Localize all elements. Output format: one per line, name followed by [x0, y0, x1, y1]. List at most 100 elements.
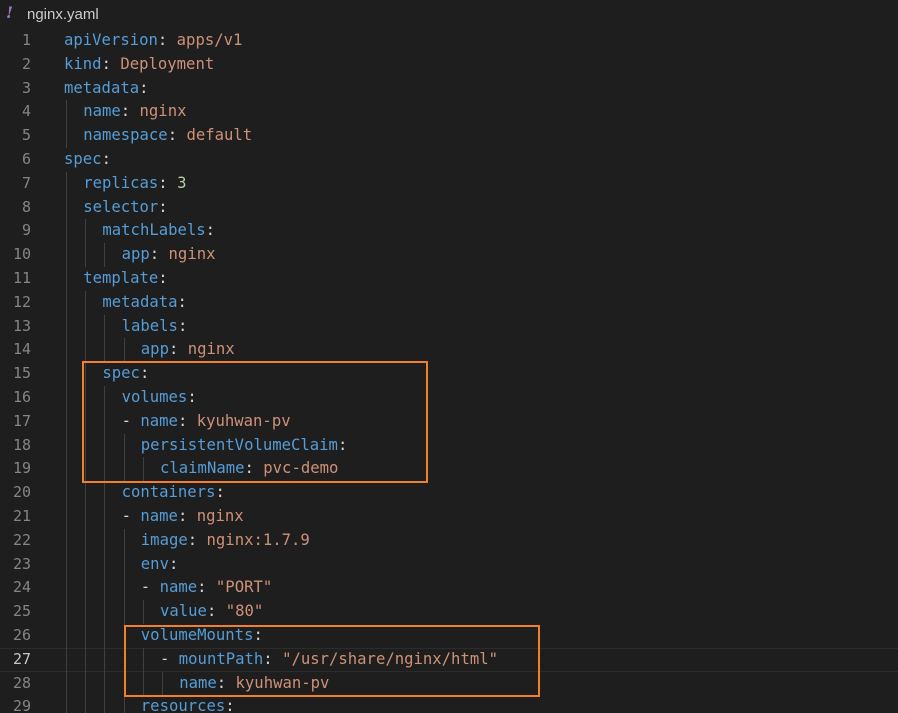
- line-text: - name: "PORT": [141, 576, 272, 600]
- code-line[interactable]: 3 metadata:: [0, 77, 898, 101]
- indent-guide: [123, 695, 125, 713]
- line-text: spec:: [64, 148, 111, 172]
- indent-guide: [123, 671, 125, 696]
- yaml-punctuation: :: [225, 697, 235, 713]
- line-number: 16: [12, 387, 31, 406]
- yaml-punctuation: :: [157, 31, 177, 49]
- code-line[interactable]: 25 value: "80": [0, 600, 898, 624]
- yaml-key: replicas: [83, 173, 159, 192]
- line-number: 13: [12, 316, 31, 335]
- yaml-string-value: nginx: [196, 506, 244, 525]
- yaml-punctuation: :: [149, 245, 169, 264]
- code-line[interactable]: 27 - mountPath: "/usr/share/nginx/html": [0, 647, 898, 672]
- code-line[interactable]: 22 image: nginx:1.7.9: [0, 528, 898, 553]
- yaml-key: namespace: [83, 126, 168, 145]
- line-text: env:: [141, 553, 179, 577]
- code-line[interactable]: 12 metadata:: [0, 290, 898, 315]
- code-line[interactable]: 7 replicas: 3: [0, 171, 898, 196]
- line-number: 24: [12, 578, 31, 597]
- yaml-key: kind: [64, 54, 102, 73]
- yaml-punctuation: :: [168, 554, 179, 573]
- yaml-key: volumeMounts: [140, 625, 254, 644]
- indent-guide: [104, 385, 106, 410]
- code-line[interactable]: 15 spec:: [0, 362, 898, 386]
- yaml-punctuation: -: [140, 578, 160, 597]
- code-line[interactable]: 4 name: nginx: [0, 100, 898, 125]
- code-line[interactable]: 14 app: nginx: [0, 338, 898, 363]
- indent-guide: [123, 552, 125, 577]
- code-line[interactable]: 23 env:: [0, 552, 898, 577]
- indent-guide: [104, 552, 106, 577]
- code-line[interactable]: 16 volumes:: [0, 385, 898, 410]
- line-number: 29: [12, 697, 31, 713]
- code-line[interactable]: 29 resources:: [0, 695, 898, 713]
- code-line[interactable]: 9 matchLabels:: [0, 219, 898, 244]
- code-line[interactable]: 11 template:: [0, 266, 898, 291]
- yaml-key: persistentVolumeClaim: [140, 435, 338, 454]
- indent-guide: [142, 457, 144, 482]
- yaml-punctuation: -: [121, 411, 141, 430]
- indent-guide: [123, 528, 125, 553]
- line-text: spec:: [102, 362, 149, 386]
- yaml-key: spec: [102, 364, 140, 383]
- yaml-key: claimName: [160, 459, 245, 478]
- line-text: value: "80": [160, 600, 263, 624]
- code-line[interactable]: 8 selector:: [0, 195, 898, 220]
- indent-guide: [85, 600, 87, 624]
- yaml-punctuation: :: [337, 435, 348, 454]
- indent-guide: [66, 504, 67, 529]
- yaml-key: template: [83, 268, 159, 287]
- indent-guide: [85, 385, 87, 410]
- indent-guide: [104, 504, 106, 529]
- line-number: 22: [12, 530, 31, 549]
- code-line[interactable]: 6 spec:: [0, 148, 898, 172]
- code-editor[interactable]: ! nginx.yaml 1 apiVersion: apps/v1 2 kind: …: [0, 0, 898, 713]
- line-text: image: nginx:1.7.9: [141, 529, 310, 553]
- yaml-string-value: kyuhwan-pv: [235, 673, 330, 692]
- code-line[interactable]: 19 claimName: pvc-demo: [0, 457, 898, 482]
- code-line[interactable]: 13 labels:: [0, 314, 898, 339]
- yaml-punctuation: :: [263, 649, 283, 668]
- code-line[interactable]: 26 volumeMounts:: [0, 623, 898, 648]
- line-text: matchLabels:: [102, 219, 215, 243]
- code-line[interactable]: 28 name: kyuhwan-pv: [0, 671, 898, 696]
- yaml-key: app: [121, 245, 150, 264]
- yaml-number-value: 3: [177, 173, 187, 192]
- code-line[interactable]: 18 persistentVolumeClaim:: [0, 433, 898, 458]
- line-number: 2: [21, 54, 31, 73]
- yaml-string-value: Deployment: [120, 54, 215, 73]
- line-number: 3: [21, 78, 31, 97]
- yaml-key: image: [140, 530, 188, 549]
- code-line[interactable]: 21 - name: nginx: [0, 504, 898, 529]
- yaml-key: value: [160, 602, 207, 621]
- indent-guide: [66, 528, 67, 553]
- yaml-string-value: "PORT": [215, 578, 273, 597]
- yaml-punctuation: :: [101, 149, 111, 168]
- code-area[interactable]: 1 apiVersion: apps/v1 2 kind: Deployment 3 me…: [0, 29, 898, 713]
- line-number: 5: [21, 126, 31, 145]
- indent-guide: [66, 219, 67, 244]
- code-line[interactable]: 10 app: nginx: [0, 243, 898, 267]
- yaml-punctuation: :: [216, 673, 236, 692]
- indent-guide: [85, 576, 87, 601]
- yaml-key: volumes: [121, 387, 188, 406]
- code-line[interactable]: 17 - name: kyuhwan-pv: [0, 409, 898, 434]
- yaml-key: name: [179, 673, 217, 692]
- yaml-string-value: kyuhwan-pv: [196, 411, 291, 430]
- line-text: kind: Deployment: [64, 53, 214, 77]
- indent-guide: [104, 243, 106, 267]
- line-text: app: nginx: [141, 338, 235, 362]
- code-line[interactable]: 20 containers:: [0, 481, 898, 505]
- code-line[interactable]: 2 kind: Deployment: [0, 53, 898, 77]
- code-line[interactable]: 24 - name: "PORT": [0, 576, 898, 601]
- yaml-string-value: nginx: [139, 102, 187, 121]
- yaml-string-value: nginx: [168, 245, 216, 264]
- yaml-punctuation: -: [160, 649, 179, 668]
- code-line[interactable]: 5 namespace: default: [0, 124, 898, 148]
- indent-guide: [85, 362, 87, 386]
- yaml-punctuation: :: [120, 102, 140, 121]
- yaml-punctuation: :: [177, 506, 197, 525]
- indent-guide: [66, 600, 67, 624]
- yaml-key: resources: [140, 697, 226, 713]
- code-line[interactable]: 1 apiVersion: apps/v1: [0, 29, 898, 53]
